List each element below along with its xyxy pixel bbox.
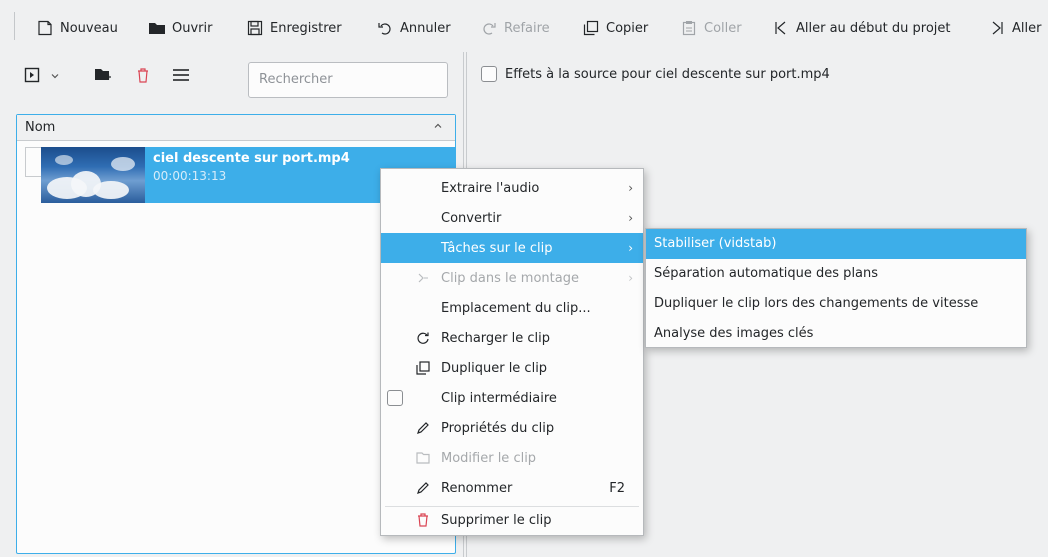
submenu-item-speed-duplicate[interactable]: Dupliquer le clip lors des changements d… — [646, 289, 1026, 319]
new-folder-button[interactable] — [94, 67, 112, 87]
toolbar-grip[interactable] — [14, 12, 17, 40]
menu-item-label: Recharger le clip — [441, 330, 551, 346]
menu-item-label: Dupliquer le clip — [441, 360, 548, 376]
add-clip-icon — [24, 67, 40, 87]
new-folder-icon — [94, 67, 112, 87]
add-clip-button[interactable] — [24, 67, 40, 87]
menu-item-duplicate-clip[interactable]: Dupliquer le clip — [381, 353, 643, 383]
menu-item-clip-in-timeline[interactable]: Clip dans le montage › — [381, 263, 643, 293]
clip-thumbnail — [41, 147, 145, 203]
timeline-arrow-icon — [415, 270, 431, 286]
open-button-label: Ouvrir — [172, 20, 213, 36]
clip-jobs-submenu: Stabiliser (vidstab) Séparation automati… — [645, 228, 1027, 348]
folder-icon — [415, 450, 431, 466]
trash-icon — [415, 512, 431, 528]
main-toolbar: Nouveau Ouvrir Enregistrer Annuler Refai… — [0, 0, 1048, 52]
folder-open-icon — [148, 19, 166, 37]
paste-button-label: Coller — [704, 20, 742, 36]
submenu-item-label: Analyse des images clés — [654, 326, 814, 341]
new-button[interactable]: Nouveau — [36, 18, 118, 38]
shortcut-label: F2 — [609, 480, 625, 496]
menu-item-label: Tâches sur le clip — [441, 240, 553, 256]
menu-item-delete-clip[interactable]: Supprimer le clip — [381, 505, 643, 535]
source-effects-label: Effets à la source pour ciel descente su… — [505, 66, 830, 82]
menu-item-clip-location[interactable]: Emplacement du clip... — [381, 293, 643, 323]
goto-end-icon — [988, 19, 1006, 37]
goto-start-icon — [772, 19, 790, 37]
menu-item-label: Extraire l'audio — [441, 180, 540, 196]
goto-start-button[interactable]: Aller au début du projet — [772, 18, 951, 38]
redo-button[interactable]: Refaire — [480, 18, 550, 38]
undo-button-label: Annuler — [400, 20, 451, 36]
save-button-label: Enregistrer — [270, 20, 342, 36]
name-column-label: Nom — [25, 120, 56, 135]
chevron-right-icon: › — [628, 211, 633, 225]
menu-item-label: Emplacement du clip... — [441, 300, 591, 316]
add-clip-dropdown[interactable] — [50, 67, 60, 87]
duplicate-icon — [415, 360, 431, 376]
submenu-item-label: Séparation automatique des plans — [654, 266, 879, 281]
menu-item-proxy-clip[interactable]: Clip intermédiaire — [381, 383, 643, 413]
chevron-down-icon — [50, 70, 60, 85]
paste-icon — [680, 19, 698, 37]
bin-menu-button[interactable] — [172, 67, 190, 87]
menu-item-label: Clip intermédiaire — [441, 390, 557, 406]
trash-icon — [136, 67, 150, 87]
chevron-right-icon: › — [628, 181, 633, 195]
source-effects-checkbox[interactable] — [481, 66, 497, 82]
submenu-item-label: Dupliquer le clip lors des changements d… — [654, 296, 979, 311]
clip-context-menu: Extraire l'audio › Convertir › Tâches su… — [380, 168, 644, 536]
delete-clip-button[interactable] — [136, 67, 150, 87]
chevron-right-icon: › — [628, 271, 633, 285]
save-button[interactable]: Enregistrer — [246, 18, 342, 38]
hamburger-menu-icon — [172, 68, 190, 86]
goto-end-button[interactable]: Aller — [988, 18, 1041, 38]
reload-icon — [415, 330, 431, 346]
undo-button[interactable]: Annuler — [376, 18, 451, 38]
row-tree-indent — [25, 147, 41, 177]
submenu-item-keyframe-analysis[interactable]: Analyse des images clés — [646, 319, 1026, 349]
menu-item-convert[interactable]: Convertir › — [381, 203, 643, 233]
undo-icon — [376, 19, 394, 37]
copy-button-label: Copier — [606, 20, 649, 36]
open-button[interactable]: Ouvrir — [148, 18, 212, 38]
clip-name: ciel descente sur port.mp4 — [153, 151, 350, 166]
paste-button[interactable]: Coller — [680, 18, 742, 38]
goto-start-button-label: Aller au début du projet — [796, 20, 951, 36]
redo-icon — [480, 19, 498, 37]
new-document-icon — [36, 19, 54, 37]
menu-item-label: Modifier le clip — [441, 450, 537, 466]
edit-icon — [415, 420, 431, 436]
proxy-clip-checkbox[interactable] — [387, 390, 403, 406]
menu-item-label: Clip dans le montage — [441, 270, 579, 286]
menu-item-edit-clip[interactable]: Modifier le clip — [381, 443, 643, 473]
menu-item-label: Convertir — [441, 210, 502, 226]
clip-duration: 00:00:13:13 — [153, 169, 227, 183]
menu-item-extract-audio[interactable]: Extraire l'audio › — [381, 173, 643, 203]
save-icon — [246, 19, 264, 37]
submenu-item-label: Stabiliser (vidstab) — [654, 236, 777, 251]
bin-toolbar: Rechercher — [0, 52, 464, 112]
source-effects-toggle[interactable]: Effets à la source pour ciel descente su… — [481, 66, 830, 82]
submenu-item-stabilize[interactable]: Stabiliser (vidstab) — [646, 229, 1026, 259]
copy-icon — [582, 19, 600, 37]
menu-item-reload-clip[interactable]: Recharger le clip — [381, 323, 643, 353]
goto-end-button-label: Aller — [1012, 20, 1042, 36]
sort-ascending-icon — [433, 115, 443, 141]
name-column-header[interactable]: Nom — [17, 115, 455, 141]
chevron-right-icon: › — [628, 241, 633, 255]
menu-item-label: Propriétés du clip — [441, 420, 555, 436]
submenu-item-scene-split[interactable]: Séparation automatique des plans — [646, 259, 1026, 289]
menu-item-label: Supprimer le clip — [441, 512, 552, 528]
menu-item-rename[interactable]: Renommer F2 — [381, 473, 643, 503]
search-input[interactable]: Rechercher — [248, 62, 448, 98]
edit-icon — [415, 480, 431, 496]
menu-item-label: Renommer — [441, 480, 513, 496]
redo-button-label: Refaire — [504, 20, 550, 36]
menu-item-clip-jobs[interactable]: Tâches sur le clip › — [381, 233, 643, 263]
copy-button[interactable]: Copier — [582, 18, 648, 38]
menu-item-clip-properties[interactable]: Propriétés du clip — [381, 413, 643, 443]
new-button-label: Nouveau — [60, 20, 118, 36]
